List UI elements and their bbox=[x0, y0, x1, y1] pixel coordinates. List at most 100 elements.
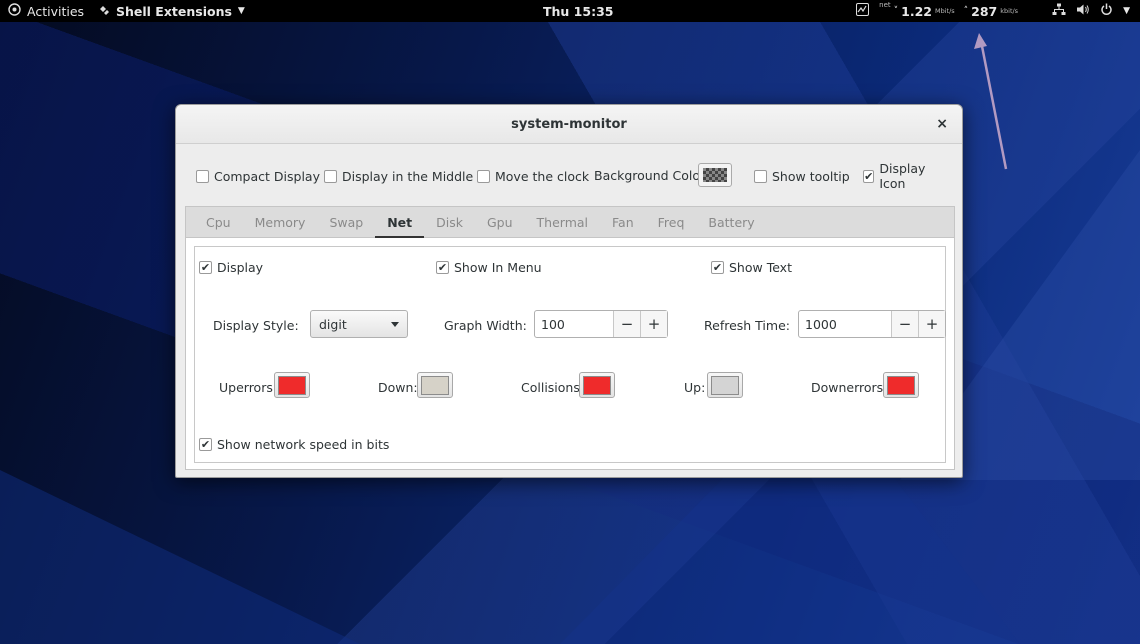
app-menu-label: Shell Extensions bbox=[116, 3, 232, 19]
tab-battery[interactable]: Battery bbox=[696, 207, 766, 238]
checkbox-box: ✔ bbox=[199, 438, 212, 451]
checkbox-label: Show Text bbox=[729, 260, 792, 275]
color-swatch bbox=[583, 375, 611, 395]
tab-bar: Cpu Memory Swap Net Disk Gpu Thermal Fan… bbox=[186, 207, 954, 238]
down-label: Down: bbox=[378, 380, 418, 395]
checkbox-label: Display in the Middle bbox=[342, 168, 474, 184]
color-swatch bbox=[421, 375, 449, 395]
volume-icon[interactable] bbox=[1076, 3, 1090, 19]
activities-button[interactable]: Activities bbox=[8, 0, 84, 22]
app-menu-button[interactable]: Shell Extensions ▼ bbox=[98, 0, 245, 22]
global-options: Compact Display Display in the Middle Mo… bbox=[196, 161, 944, 191]
tab-thermal[interactable]: Thermal bbox=[525, 207, 600, 238]
tab-memory[interactable]: Memory bbox=[243, 207, 318, 238]
checkbox-label: Show tooltip bbox=[772, 168, 850, 184]
transparent-swatch bbox=[703, 168, 727, 182]
downerrors-color-button[interactable] bbox=[883, 372, 919, 398]
window-title: system-monitor bbox=[511, 116, 627, 132]
increment-button[interactable]: + bbox=[918, 311, 945, 337]
refresh-time-label: Refresh Time: bbox=[704, 318, 790, 333]
checkbox-label: Display bbox=[217, 260, 264, 275]
increment-button[interactable]: + bbox=[640, 311, 667, 337]
down-arrow-icon: ˅ bbox=[893, 6, 899, 16]
display-style-dropdown[interactable]: digit bbox=[310, 310, 408, 338]
checkbox-label: Move the clock bbox=[495, 168, 590, 184]
clock[interactable]: Thu 15:35 bbox=[543, 0, 613, 22]
checkbox-box bbox=[196, 169, 209, 183]
dropdown-value: digit bbox=[319, 316, 347, 332]
activities-label: Activities bbox=[27, 3, 85, 19]
tab-net[interactable]: Net bbox=[375, 207, 425, 238]
caret-down-icon bbox=[391, 321, 399, 327]
collisions-label: Collisions: bbox=[521, 380, 585, 395]
display-style-label: Display Style: bbox=[213, 318, 299, 333]
system-monitor-dialog: system-monitor × Compact Display Display… bbox=[175, 104, 963, 478]
down-color-button[interactable] bbox=[417, 372, 453, 398]
tab-swap[interactable]: Swap bbox=[317, 207, 375, 238]
checkbox-box: ✔ bbox=[199, 261, 212, 274]
fedora-logo-icon bbox=[8, 3, 21, 19]
net-label: net bbox=[879, 1, 891, 9]
chevron-down-icon: ▼ bbox=[237, 6, 245, 16]
refresh-time-input[interactable]: 1000 bbox=[799, 311, 891, 337]
net-down-unit: Mbit/s bbox=[934, 7, 955, 15]
uperrors-label: Uperrors: bbox=[219, 380, 278, 395]
uperrors-color-button[interactable] bbox=[274, 372, 310, 398]
background-color-label: Background Color: bbox=[594, 168, 710, 183]
color-swatch bbox=[887, 375, 915, 395]
status-area: net ˅ 1.22 Mbit/s ˄ 287 kbit/s ▼ bbox=[856, 0, 1130, 22]
net-settings-page: ✔ Display ✔ Show In Menu ✔ Show Text Dis… bbox=[194, 246, 946, 463]
graph-width-spinner: 100 − + bbox=[534, 310, 668, 338]
display-icon-checkbox[interactable]: ✔ Display Icon bbox=[863, 161, 944, 191]
net-display-checkbox[interactable]: ✔ Display bbox=[199, 260, 263, 275]
system-monitor-icon[interactable] bbox=[856, 3, 870, 19]
tab-gpu[interactable]: Gpu bbox=[475, 207, 525, 238]
checkbox-box: ✔ bbox=[436, 261, 449, 274]
net-down-value: 1.22 bbox=[901, 3, 932, 19]
refresh-time-spinner: 1000 − + bbox=[798, 310, 946, 338]
up-label: Up: bbox=[684, 380, 706, 395]
checkbox-box bbox=[754, 169, 767, 183]
checkbox-label: Show In Menu bbox=[454, 260, 542, 275]
titlebar[interactable]: system-monitor × bbox=[176, 105, 962, 144]
show-tooltip-checkbox[interactable]: Show tooltip bbox=[754, 169, 850, 184]
tab-freq[interactable]: Freq bbox=[646, 207, 697, 238]
show-text-checkbox[interactable]: ✔ Show Text bbox=[711, 260, 792, 275]
color-swatch bbox=[278, 375, 306, 395]
compact-display-checkbox[interactable]: Compact Display bbox=[196, 169, 320, 184]
up-color-button[interactable] bbox=[707, 372, 743, 398]
top-bar: Activities Shell Extensions ▼ Thu 15:35 … bbox=[0, 0, 1140, 22]
net-up-value: 287 bbox=[971, 3, 998, 19]
tab-disk[interactable]: Disk bbox=[424, 207, 475, 238]
checkbox-label: Compact Display bbox=[214, 168, 320, 184]
display-middle-checkbox[interactable]: Display in the Middle bbox=[324, 169, 473, 184]
checkbox-box bbox=[324, 169, 337, 183]
color-swatch bbox=[711, 375, 739, 395]
move-clock-checkbox[interactable]: Move the clock bbox=[477, 169, 589, 184]
decrement-button[interactable]: − bbox=[613, 311, 640, 337]
checkbox-box: ✔ bbox=[711, 261, 724, 274]
graph-width-label: Graph Width: bbox=[444, 318, 527, 333]
decrement-button[interactable]: − bbox=[891, 311, 918, 337]
background-color-button[interactable] bbox=[698, 163, 732, 187]
show-in-menu-checkbox[interactable]: ✔ Show In Menu bbox=[436, 260, 542, 275]
show-speed-bits-checkbox[interactable]: ✔ Show network speed in bits bbox=[199, 437, 389, 452]
tab-cpu[interactable]: Cpu bbox=[194, 207, 243, 238]
graph-width-input[interactable]: 100 bbox=[535, 311, 613, 337]
power-icon[interactable] bbox=[1100, 3, 1113, 19]
checkbox-label: Show network speed in bits bbox=[217, 437, 390, 452]
checkbox-box bbox=[477, 169, 490, 183]
collisions-color-button[interactable] bbox=[579, 372, 615, 398]
annotation-arrow bbox=[974, 33, 1008, 170]
close-button[interactable]: × bbox=[936, 116, 948, 132]
wallpaper-shape bbox=[0, 470, 360, 644]
network-wired-icon[interactable] bbox=[1052, 3, 1066, 19]
puzzle-icon bbox=[98, 4, 110, 19]
tab-fan[interactable]: Fan bbox=[600, 207, 646, 238]
checkbox-box: ✔ bbox=[863, 169, 875, 183]
checkbox-label: Display Icon bbox=[879, 161, 926, 191]
chevron-down-icon[interactable]: ▼ bbox=[1123, 6, 1130, 16]
net-up-unit: kbit/s bbox=[1000, 7, 1019, 15]
up-arrow-icon: ˄ bbox=[963, 6, 969, 16]
net-indicator[interactable]: net ˅ 1.22 Mbit/s ˄ 287 kbit/s bbox=[879, 1, 1019, 19]
